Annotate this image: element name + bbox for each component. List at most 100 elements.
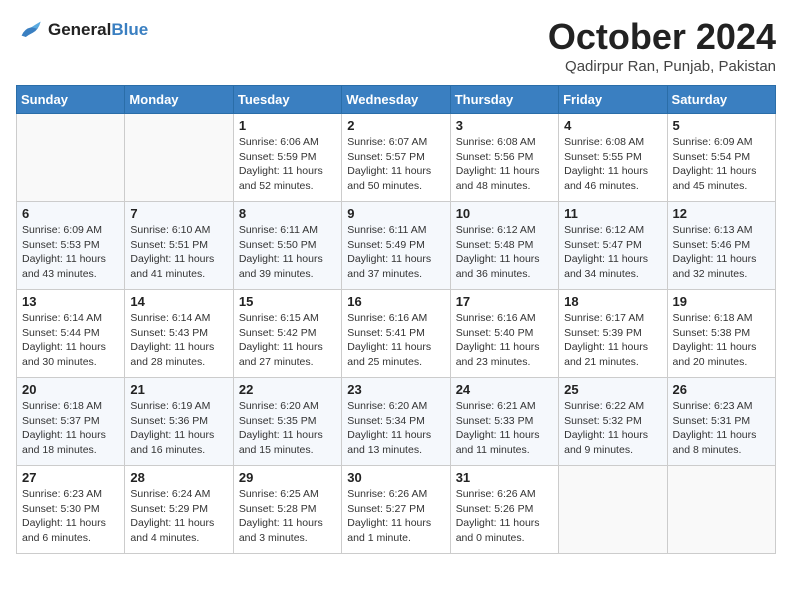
calendar-cell: 6 Sunrise: 6:09 AMSunset: 5:53 PMDaylight… (17, 202, 125, 290)
day-info: Sunrise: 6:10 AMSunset: 5:51 PMDaylight:… (130, 223, 227, 282)
day-info: Sunrise: 6:20 AMSunset: 5:35 PMDaylight:… (239, 399, 336, 458)
day-info: Sunrise: 6:26 AMSunset: 5:26 PMDaylight:… (456, 487, 553, 546)
title-section: October 2024 Qadirpur Ran, Punjab, Pakis… (548, 16, 776, 75)
calendar-header-tuesday: Tuesday (233, 86, 341, 114)
day-info: Sunrise: 6:24 AMSunset: 5:29 PMDaylight:… (130, 487, 227, 546)
calendar-cell: 29Sunrise: 6:25 AMSunset: 5:28 PMDayligh… (233, 466, 341, 554)
day-number: 30 (347, 470, 444, 485)
calendar-header-friday: Friday (559, 86, 667, 114)
calendar-cell: 2Sunrise: 6:07 AMSunset: 5:57 PMDaylight… (342, 114, 450, 202)
day-number: 2 (347, 118, 444, 133)
day-number: 28 (130, 470, 227, 485)
calendar-header-sunday: Sunday (17, 86, 125, 114)
calendar-cell (125, 114, 233, 202)
calendar-table: SundayMondayTuesdayWednesdayThursdayFrid… (16, 85, 776, 554)
day-number: 6 (22, 206, 119, 221)
calendar-cell: 5Sunrise: 6:09 AMSunset: 5:54 PMDaylight… (667, 114, 775, 202)
day-info: Sunrise: 6:15 AMSunset: 5:42 PMDaylight:… (239, 311, 336, 370)
month-title: October 2024 (548, 16, 776, 58)
day-info: Sunrise: 6:18 AMSunset: 5:38 PMDaylight:… (673, 311, 770, 370)
day-info: Sunrise: 6:17 AMSunset: 5:39 PMDaylight:… (564, 311, 661, 370)
calendar-cell: 27 Sunrise: 6:23 AMSunset: 5:30 PMDayligh… (17, 466, 125, 554)
day-number: 24 (456, 382, 553, 397)
day-info: Sunrise: 6:13 AMSunset: 5:46 PMDaylight:… (673, 223, 770, 282)
day-info: Sunrise: 6:14 AMSunset: 5:44 PMDaylight:… (22, 311, 119, 370)
calendar-week-3: 13 Sunrise: 6:14 AMSunset: 5:44 PMDayligh… (17, 290, 776, 378)
day-number: 7 (130, 206, 227, 221)
day-number: 18 (564, 294, 661, 309)
calendar-cell: 20Sunrise: 6:18 AMSunset: 5:37 PMDayligh… (17, 378, 125, 466)
day-info: Sunrise: 6:12 AMSunset: 5:47 PMDaylight:… (564, 223, 661, 282)
day-number: 1 (239, 118, 336, 133)
calendar-cell: 22 Sunrise: 6:20 AMSunset: 5:35 PMDayligh… (233, 378, 341, 466)
calendar-cell: 31 Sunrise: 6:26 AMSunset: 5:26 PMDayligh… (450, 466, 558, 554)
calendar-cell: 8 Sunrise: 6:11 AMSunset: 5:50 PMDaylight… (233, 202, 341, 290)
logo-text: GeneralBlue (48, 21, 148, 40)
calendar-cell: 7 Sunrise: 6:10 AMSunset: 5:51 PMDaylight… (125, 202, 233, 290)
calendar-header-row: SundayMondayTuesdayWednesdayThursdayFrid… (17, 86, 776, 114)
day-number: 11 (564, 206, 661, 221)
calendar-cell: 26Sunrise: 6:23 AMSunset: 5:31 PMDayligh… (667, 378, 775, 466)
page-header: GeneralBlue October 2024 Qadirpur Ran, P… (16, 16, 776, 75)
day-info: Sunrise: 6:25 AMSunset: 5:28 PMDaylight:… (239, 487, 336, 546)
day-info: Sunrise: 6:20 AMSunset: 5:34 PMDaylight:… (347, 399, 444, 458)
day-number: 12 (673, 206, 770, 221)
day-number: 5 (673, 118, 770, 133)
calendar-cell: 15 Sunrise: 6:15 AMSunset: 5:42 PMDayligh… (233, 290, 341, 378)
day-number: 14 (130, 294, 227, 309)
day-info: Sunrise: 6:08 AMSunset: 5:55 PMDaylight:… (564, 135, 661, 194)
day-number: 15 (239, 294, 336, 309)
calendar-cell: 16Sunrise: 6:16 AMSunset: 5:41 PMDayligh… (342, 290, 450, 378)
calendar-cell: 19 Sunrise: 6:18 AMSunset: 5:38 PMDayligh… (667, 290, 775, 378)
calendar-cell: 9Sunrise: 6:11 AMSunset: 5:49 PMDaylight… (342, 202, 450, 290)
day-number: 8 (239, 206, 336, 221)
calendar-header-wednesday: Wednesday (342, 86, 450, 114)
day-number: 25 (564, 382, 661, 397)
day-number: 3 (456, 118, 553, 133)
day-info: Sunrise: 6:14 AMSunset: 5:43 PMDaylight:… (130, 311, 227, 370)
calendar-cell: 24 Sunrise: 6:21 AMSunset: 5:33 PMDayligh… (450, 378, 558, 466)
calendar-cell: 30Sunrise: 6:26 AMSunset: 5:27 PMDayligh… (342, 466, 450, 554)
day-info: Sunrise: 6:11 AMSunset: 5:49 PMDaylight:… (347, 223, 444, 282)
location-subtitle: Qadirpur Ran, Punjab, Pakistan (548, 58, 776, 75)
calendar-cell: 11 Sunrise: 6:12 AMSunset: 5:47 PMDayligh… (559, 202, 667, 290)
calendar-cell: 14 Sunrise: 6:14 AMSunset: 5:43 PMDayligh… (125, 290, 233, 378)
calendar-cell: 3 Sunrise: 6:08 AMSunset: 5:56 PMDaylight… (450, 114, 558, 202)
day-number: 19 (673, 294, 770, 309)
day-number: 21 (130, 382, 227, 397)
calendar-cell (559, 466, 667, 554)
calendar-cell: 21 Sunrise: 6:19 AMSunset: 5:36 PMDayligh… (125, 378, 233, 466)
day-number: 31 (456, 470, 553, 485)
calendar-header-saturday: Saturday (667, 86, 775, 114)
calendar-cell: 4Sunrise: 6:08 AMSunset: 5:55 PMDaylight… (559, 114, 667, 202)
calendar-cell (17, 114, 125, 202)
day-number: 16 (347, 294, 444, 309)
day-number: 13 (22, 294, 119, 309)
calendar-body: 1 Sunrise: 6:06 AMSunset: 5:59 PMDaylight… (17, 114, 776, 554)
day-info: Sunrise: 6:06 AMSunset: 5:59 PMDaylight:… (239, 135, 336, 194)
day-number: 10 (456, 206, 553, 221)
day-info: Sunrise: 6:21 AMSunset: 5:33 PMDaylight:… (456, 399, 553, 458)
logo: GeneralBlue (16, 16, 148, 44)
calendar-week-2: 6 Sunrise: 6:09 AMSunset: 5:53 PMDaylight… (17, 202, 776, 290)
day-number: 27 (22, 470, 119, 485)
calendar-cell: 10 Sunrise: 6:12 AMSunset: 5:48 PMDayligh… (450, 202, 558, 290)
day-info: Sunrise: 6:08 AMSunset: 5:56 PMDaylight:… (456, 135, 553, 194)
calendar-week-4: 20Sunrise: 6:18 AMSunset: 5:37 PMDayligh… (17, 378, 776, 466)
day-number: 22 (239, 382, 336, 397)
calendar-cell: 1 Sunrise: 6:06 AMSunset: 5:59 PMDaylight… (233, 114, 341, 202)
day-number: 17 (456, 294, 553, 309)
calendar-cell: 28 Sunrise: 6:24 AMSunset: 5:29 PMDayligh… (125, 466, 233, 554)
day-info: Sunrise: 6:19 AMSunset: 5:36 PMDaylight:… (130, 399, 227, 458)
day-info: Sunrise: 6:11 AMSunset: 5:50 PMDaylight:… (239, 223, 336, 282)
calendar-week-5: 27 Sunrise: 6:23 AMSunset: 5:30 PMDayligh… (17, 466, 776, 554)
calendar-cell: 18 Sunrise: 6:17 AMSunset: 5:39 PMDayligh… (559, 290, 667, 378)
calendar-cell: 25 Sunrise: 6:22 AMSunset: 5:32 PMDayligh… (559, 378, 667, 466)
calendar-cell: 23Sunrise: 6:20 AMSunset: 5:34 PMDayligh… (342, 378, 450, 466)
day-info: Sunrise: 6:12 AMSunset: 5:48 PMDaylight:… (456, 223, 553, 282)
day-info: Sunrise: 6:22 AMSunset: 5:32 PMDaylight:… (564, 399, 661, 458)
calendar-cell: 13 Sunrise: 6:14 AMSunset: 5:44 PMDayligh… (17, 290, 125, 378)
day-info: Sunrise: 6:23 AMSunset: 5:30 PMDaylight:… (22, 487, 119, 546)
day-info: Sunrise: 6:18 AMSunset: 5:37 PMDaylight:… (22, 399, 119, 458)
day-info: Sunrise: 6:09 AMSunset: 5:53 PMDaylight:… (22, 223, 119, 282)
